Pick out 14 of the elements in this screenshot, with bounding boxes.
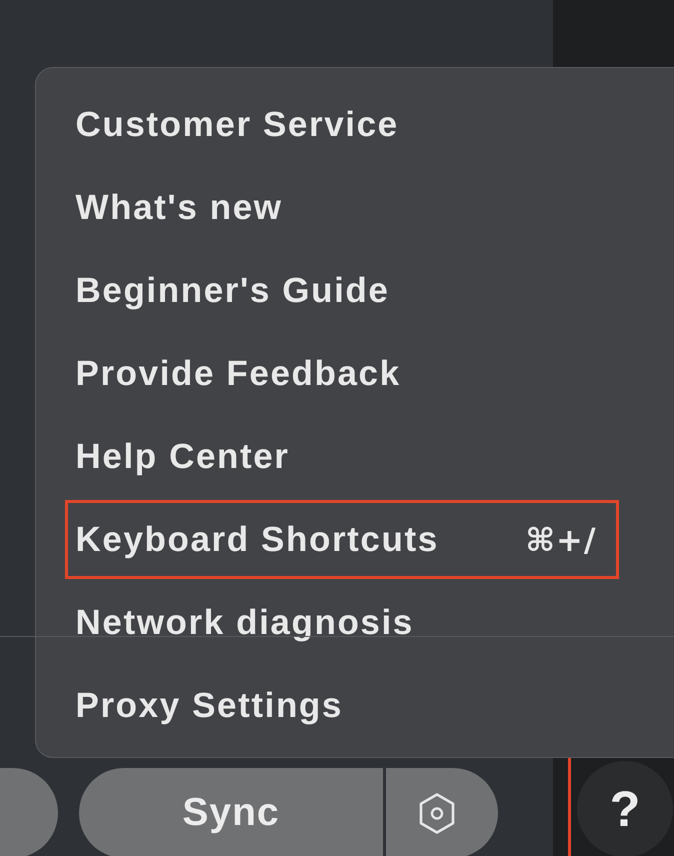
shortcut-label: ⌘+/ bbox=[525, 520, 596, 558]
menu-item[interactable]: Proxy Settings bbox=[64, 666, 618, 745]
sync-settings-button[interactable] bbox=[386, 768, 498, 856]
menu-item[interactable]: Network diagnosis bbox=[64, 583, 618, 662]
menu-item[interactable]: What's new bbox=[64, 168, 618, 247]
help-button[interactable]: ? bbox=[577, 761, 673, 856]
sync-button[interactable]: Sync bbox=[79, 768, 383, 856]
menu-item[interactable]: Customer Service bbox=[64, 85, 618, 164]
menu-item[interactable]: Help Center bbox=[64, 417, 618, 496]
toolbar-button[interactable] bbox=[0, 768, 58, 856]
menu-item[interactable]: Provide Feedback bbox=[64, 334, 618, 413]
menu-item[interactable]: Beginner's Guide bbox=[64, 251, 618, 330]
hexagon-icon bbox=[419, 792, 455, 834]
menu-item[interactable]: Keyboard Shortcuts ⌘+/ bbox=[64, 500, 618, 579]
